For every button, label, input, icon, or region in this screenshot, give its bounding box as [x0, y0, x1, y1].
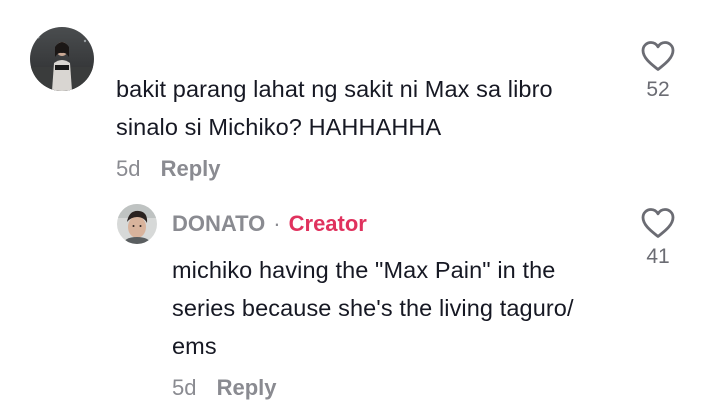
- reply-meta: 5d Reply: [172, 375, 277, 401]
- reply-author-row: DONATO · Creator: [172, 211, 367, 237]
- commenter-avatar[interactable]: [30, 27, 94, 91]
- reply-age: 5d: [172, 375, 197, 400]
- reply-text-line: michiko having the "Max Pain" in the: [172, 257, 556, 283]
- comment-text-line: sinalo si Michiko? HAHHAHHA: [116, 114, 442, 140]
- reply-like: 41: [628, 207, 688, 269]
- separator-dot: ·: [273, 211, 281, 236]
- creator-badge: Creator: [288, 211, 367, 236]
- comment-text-line: bakit parang lahat ng sakit ni Max sa li…: [116, 76, 553, 102]
- heart-outline-icon[interactable]: [640, 207, 676, 239]
- reply-text: michiko having the "Max Pain" in the ser…: [172, 251, 642, 365]
- comment-age: 5d: [116, 156, 141, 181]
- like-count: 52: [646, 78, 670, 101]
- reply-text-line: ems: [172, 333, 217, 359]
- reply-button[interactable]: Reply: [217, 375, 277, 400]
- comment-like: 52: [628, 40, 688, 102]
- reply-username[interactable]: DONATO: [172, 211, 265, 236]
- comment-thread: bakit parang lahat ng sakit ni Max sa li…: [0, 0, 720, 417]
- reply-avatar[interactable]: [117, 204, 157, 244]
- comment-meta: 5d Reply: [116, 156, 221, 182]
- heart-outline-icon[interactable]: [640, 40, 676, 72]
- reply-text-line: series because she's the living taguro/: [172, 295, 574, 321]
- like-count: 41: [646, 245, 670, 268]
- reply-button[interactable]: Reply: [161, 156, 221, 181]
- comment-text: bakit parang lahat ng sakit ni Max sa li…: [116, 70, 636, 146]
